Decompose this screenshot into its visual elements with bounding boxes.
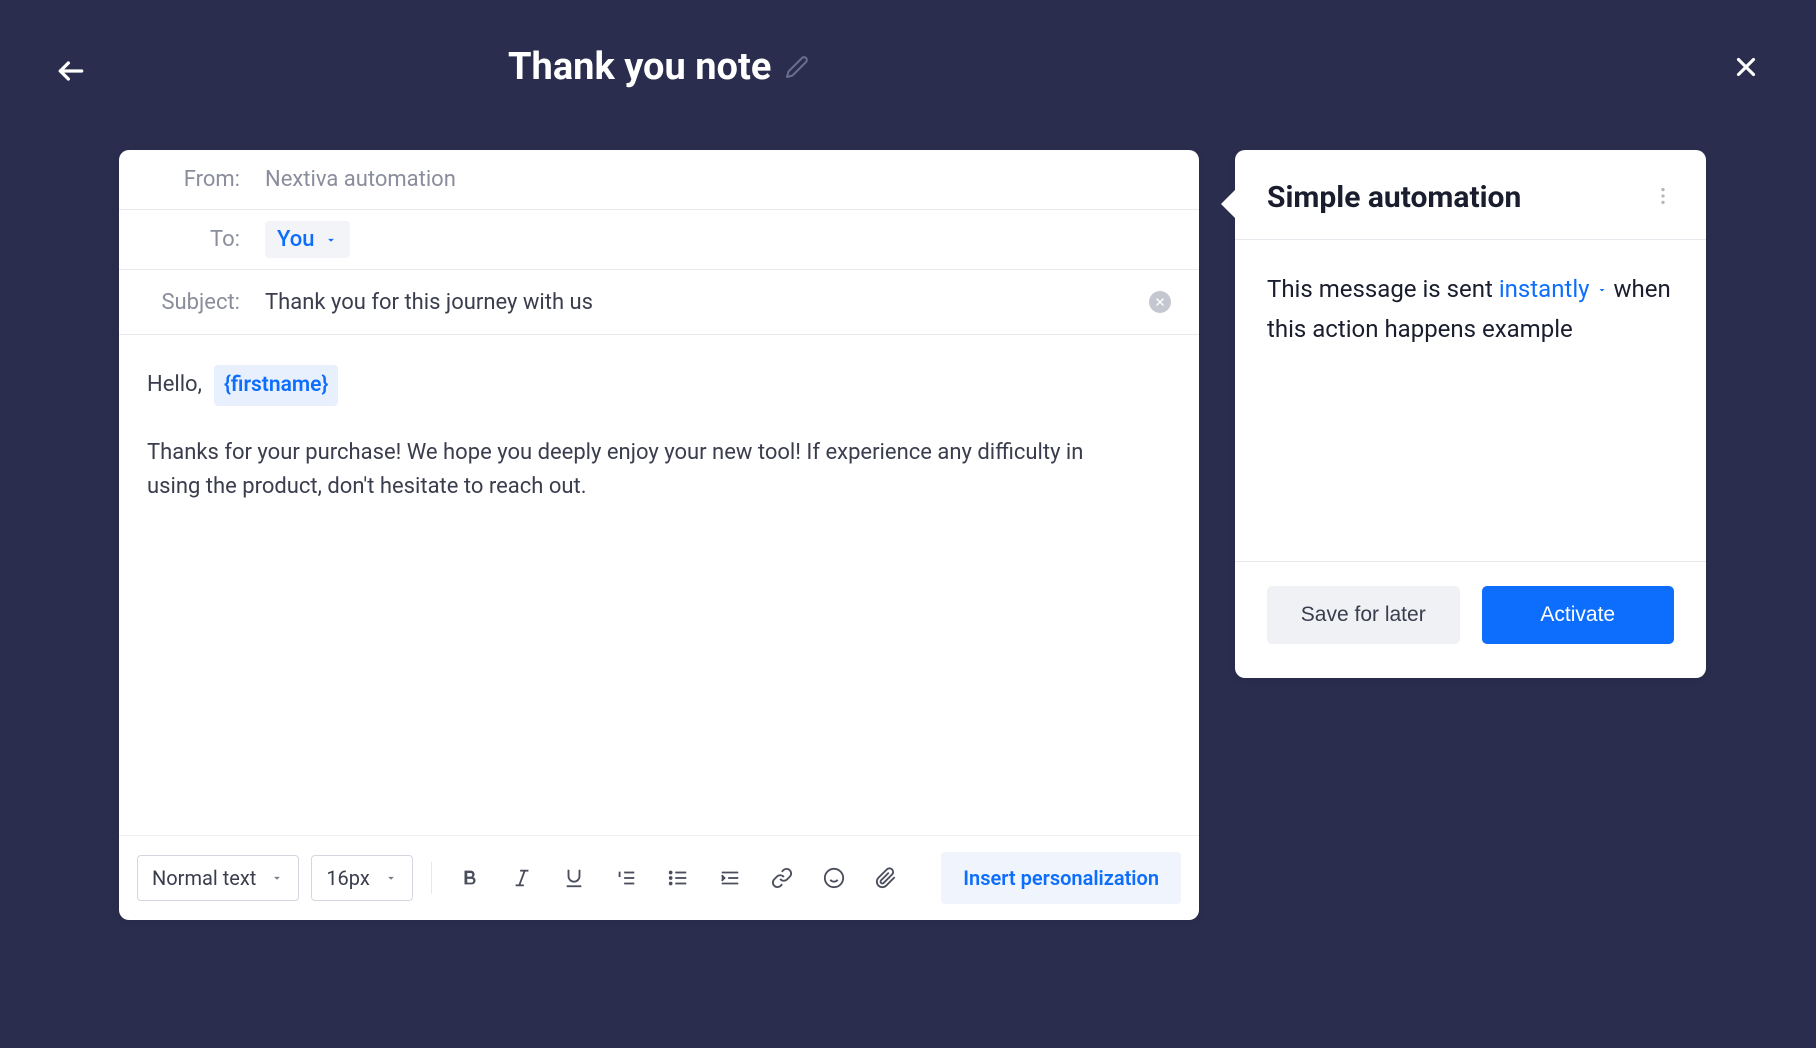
automation-panel: Simple automation This message is sent i… bbox=[1235, 150, 1706, 678]
header: Thank you note bbox=[0, 0, 1816, 95]
ordered-list-icon bbox=[615, 867, 637, 889]
editor-toolbar: Normal text 16px bbox=[119, 835, 1199, 920]
chevron-down-icon bbox=[270, 871, 284, 885]
save-for-later-button[interactable]: Save for later bbox=[1267, 586, 1460, 644]
attachment-button[interactable] bbox=[866, 858, 906, 898]
automation-title: Simple automation bbox=[1267, 180, 1521, 215]
unordered-list-button[interactable] bbox=[658, 858, 698, 898]
chevron-down-icon bbox=[1596, 284, 1608, 296]
text-style-select[interactable]: Normal text bbox=[137, 855, 299, 901]
subject-input[interactable]: Thank you for this journey with us bbox=[265, 290, 593, 315]
italic-icon bbox=[511, 867, 533, 889]
body-text: Thanks for your purchase! We hope you de… bbox=[147, 436, 1137, 504]
italic-button[interactable] bbox=[502, 858, 542, 898]
close-button[interactable] bbox=[1731, 52, 1761, 82]
link-button[interactable] bbox=[762, 858, 802, 898]
chevron-down-icon bbox=[324, 233, 338, 247]
from-row: From: Nextiva automation bbox=[119, 150, 1199, 210]
back-button[interactable] bbox=[55, 55, 87, 87]
emoji-button[interactable] bbox=[814, 858, 854, 898]
underline-button[interactable] bbox=[554, 858, 594, 898]
automation-menu-button[interactable] bbox=[1652, 185, 1674, 211]
timing-dropdown[interactable]: instantly bbox=[1499, 270, 1608, 310]
activate-button[interactable]: Activate bbox=[1482, 586, 1675, 644]
chevron-down-icon bbox=[384, 871, 398, 885]
emoji-icon bbox=[823, 867, 845, 889]
automation-description: This message is sent instantly when this… bbox=[1235, 240, 1706, 561]
edit-title-button[interactable] bbox=[785, 55, 809, 79]
ordered-list-button[interactable] bbox=[606, 858, 646, 898]
merge-tag-firstname[interactable]: {firstname} bbox=[214, 365, 338, 406]
to-label: To: bbox=[145, 227, 240, 252]
message-body[interactable]: Hello, {firstname} Thanks for your purch… bbox=[119, 335, 1199, 835]
greeting-text: Hello, bbox=[147, 368, 202, 402]
font-size-select[interactable]: 16px bbox=[311, 855, 413, 901]
page-title: Thank you note bbox=[508, 45, 771, 89]
unordered-list-icon bbox=[667, 867, 689, 889]
arrow-left-icon bbox=[55, 55, 87, 87]
pencil-icon bbox=[785, 55, 809, 79]
bold-button[interactable] bbox=[450, 858, 490, 898]
composer-card: From: Nextiva automation To: You Subject… bbox=[119, 150, 1199, 920]
more-vertical-icon bbox=[1652, 185, 1674, 207]
bold-icon bbox=[459, 867, 481, 889]
to-dropdown[interactable]: You bbox=[265, 221, 350, 258]
close-icon bbox=[1731, 52, 1761, 82]
subject-row: Subject: Thank you for this journey with… bbox=[119, 270, 1199, 335]
attachment-icon bbox=[875, 867, 897, 889]
from-value: Nextiva automation bbox=[265, 167, 456, 192]
underline-icon bbox=[563, 867, 585, 889]
insert-personalization-button[interactable]: Insert personalization bbox=[941, 852, 1181, 904]
subject-label: Subject: bbox=[145, 290, 240, 315]
to-value: You bbox=[277, 227, 314, 252]
indent-icon bbox=[719, 867, 741, 889]
x-icon bbox=[1154, 296, 1166, 308]
indent-button[interactable] bbox=[710, 858, 750, 898]
to-row: To: You bbox=[119, 210, 1199, 270]
link-icon bbox=[771, 867, 793, 889]
from-label: From: bbox=[145, 167, 240, 192]
clear-subject-button[interactable] bbox=[1149, 291, 1171, 313]
